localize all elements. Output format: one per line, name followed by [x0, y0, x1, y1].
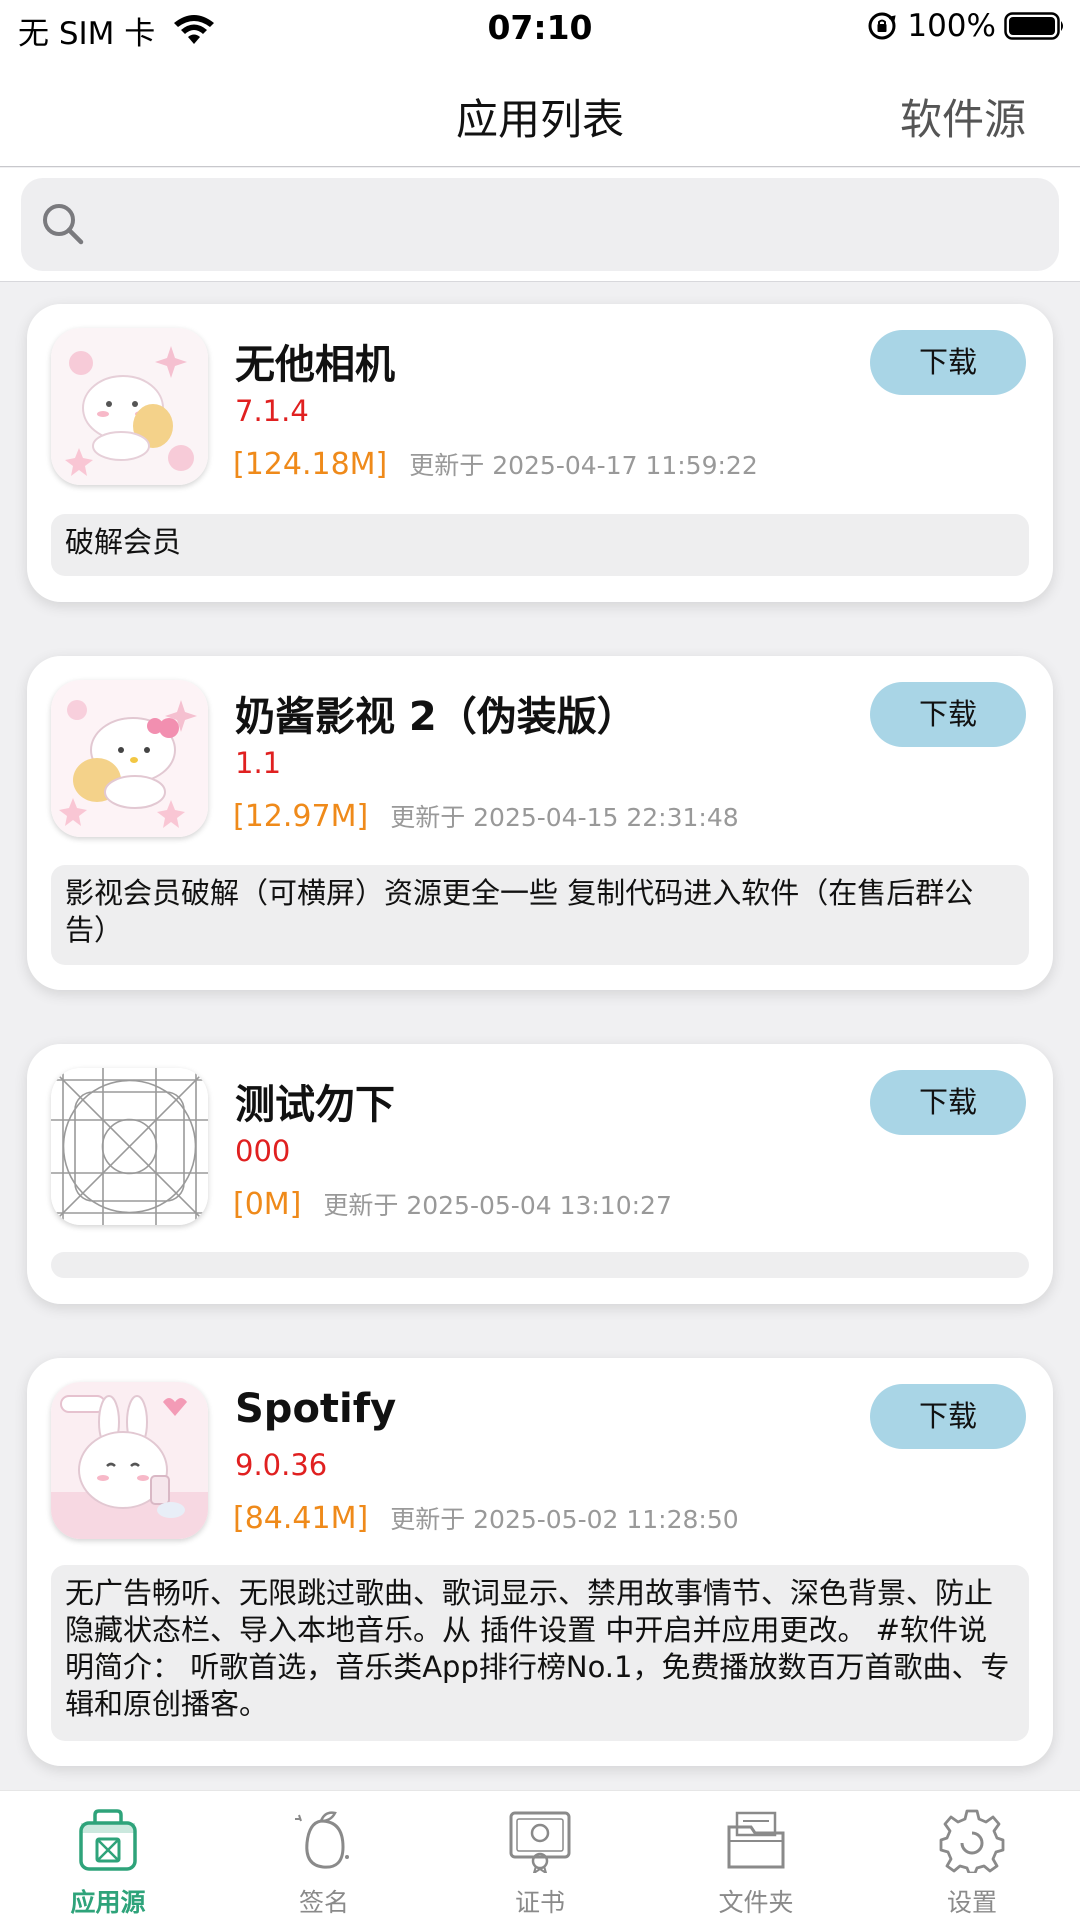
- app-version: 000: [235, 1134, 291, 1168]
- tab-bar: 应用源 签名 证书 文件夹 设置: [0, 1790, 1080, 1920]
- bunny-phone-icon: [51, 1382, 208, 1539]
- tab-label: 设置: [946, 1888, 997, 1917]
- tab-settings[interactable]: 设置: [864, 1791, 1080, 1920]
- software-source-button[interactable]: 软件源: [900, 86, 1026, 147]
- app-name: 奶酱影视 2（伪装版）: [235, 694, 637, 740]
- app-updated-time: 更新于 2025-05-02 11:28:50: [390, 1505, 739, 1534]
- kitten-bread-icon: [51, 328, 208, 485]
- status-bar: 无 SIM 卡 07:10 100%: [0, 0, 1080, 56]
- tab-sign[interactable]: 签名: [216, 1791, 432, 1920]
- download-button[interactable]: 下载: [870, 1070, 1026, 1135]
- download-button[interactable]: 下载: [870, 1384, 1026, 1449]
- app-source-icon: [79, 1809, 137, 1871]
- app-size-row: [84.41M] 更新于 2025-05-02 11:28:50: [233, 1500, 739, 1536]
- tab-label: 文件夹: [718, 1888, 794, 1917]
- app-version: 1.1: [235, 746, 282, 780]
- download-button[interactable]: 下载: [870, 330, 1026, 395]
- rotation-lock-icon: [868, 12, 896, 40]
- search-bar-container: [0, 168, 1080, 282]
- app-size-row: [12.97M] 更新于 2025-04-15 22:31:48: [233, 798, 739, 834]
- app-name: Spotify: [235, 1386, 397, 1432]
- app-description: 无广告畅听、无限跳过歌曲、歌词显示、禁用故事情节、深色背景、防止隐藏状态栏、导入…: [51, 1565, 1029, 1741]
- tab-label: 证书: [514, 1888, 565, 1917]
- placeholder-grid-icon: [51, 1068, 208, 1225]
- app-description: 影视会员破解（可横屏）资源更全一些 复制代码进入软件（在售后群公告）: [51, 865, 1029, 965]
- tab-label: 应用源: [70, 1888, 146, 1917]
- app-description: 破解会员: [51, 514, 1029, 576]
- app-card[interactable]: Spotify 9.0.36 [84.41M] 更新于 2025-05-02 11…: [27, 1358, 1053, 1766]
- folder-icon: [727, 1811, 785, 1869]
- tab-folder[interactable]: 文件夹: [648, 1791, 864, 1920]
- hello-kitty-icon: [51, 680, 208, 837]
- battery-icon: [1004, 12, 1063, 40]
- app-version: 7.1.4: [235, 394, 309, 428]
- app-name: 无他相机: [235, 342, 395, 388]
- app-updated-time: 更新于 2025-05-04 13:10:27: [323, 1191, 672, 1220]
- app-size-row: [0M] 更新于 2025-05-04 13:10:27: [233, 1186, 672, 1222]
- app-size: [84.41M]: [233, 1501, 369, 1536]
- search-input[interactable]: [21, 178, 1059, 271]
- app-description: [51, 1252, 1029, 1278]
- app-updated-time: 更新于 2025-04-17 11:59:22: [409, 451, 758, 480]
- tab-certificate[interactable]: 证书: [432, 1791, 648, 1920]
- app-size-row: [124.18M] 更新于 2025-04-17 11:59:22: [233, 446, 758, 482]
- battery-percent: 100%: [907, 8, 996, 44]
- status-right: 100%: [867, 8, 1066, 44]
- app-card[interactable]: 无他相机 7.1.4 [124.18M] 更新于 2025-04-17 11:59…: [27, 304, 1053, 602]
- mango-icon: [295, 1811, 349, 1869]
- app-card[interactable]: 奶酱影视 2（伪装版） 1.1 [12.97M] 更新于 2025-04-15 2…: [27, 656, 1053, 990]
- app-size: [0M]: [233, 1187, 302, 1222]
- search-icon: [43, 204, 84, 245]
- app-name: 测试勿下: [235, 1082, 395, 1128]
- tab-label: 签名: [298, 1888, 349, 1917]
- certificate-icon: [509, 1811, 571, 1873]
- tab-app-source[interactable]: 应用源: [0, 1791, 216, 1920]
- download-button[interactable]: 下载: [870, 682, 1026, 747]
- app-size: [12.97M]: [233, 799, 369, 834]
- app-size: [124.18M]: [233, 447, 388, 482]
- app-card[interactable]: 测试勿下 000 [0M] 更新于 2025-05-04 13:10:27 下载: [27, 1044, 1053, 1304]
- gear-icon: [939, 1809, 1005, 1873]
- navigation-bar: 应用列表 软件源: [0, 56, 1080, 167]
- app-updated-time: 更新于 2025-04-15 22:31:48: [390, 803, 739, 832]
- app-version: 9.0.36: [235, 1448, 328, 1482]
